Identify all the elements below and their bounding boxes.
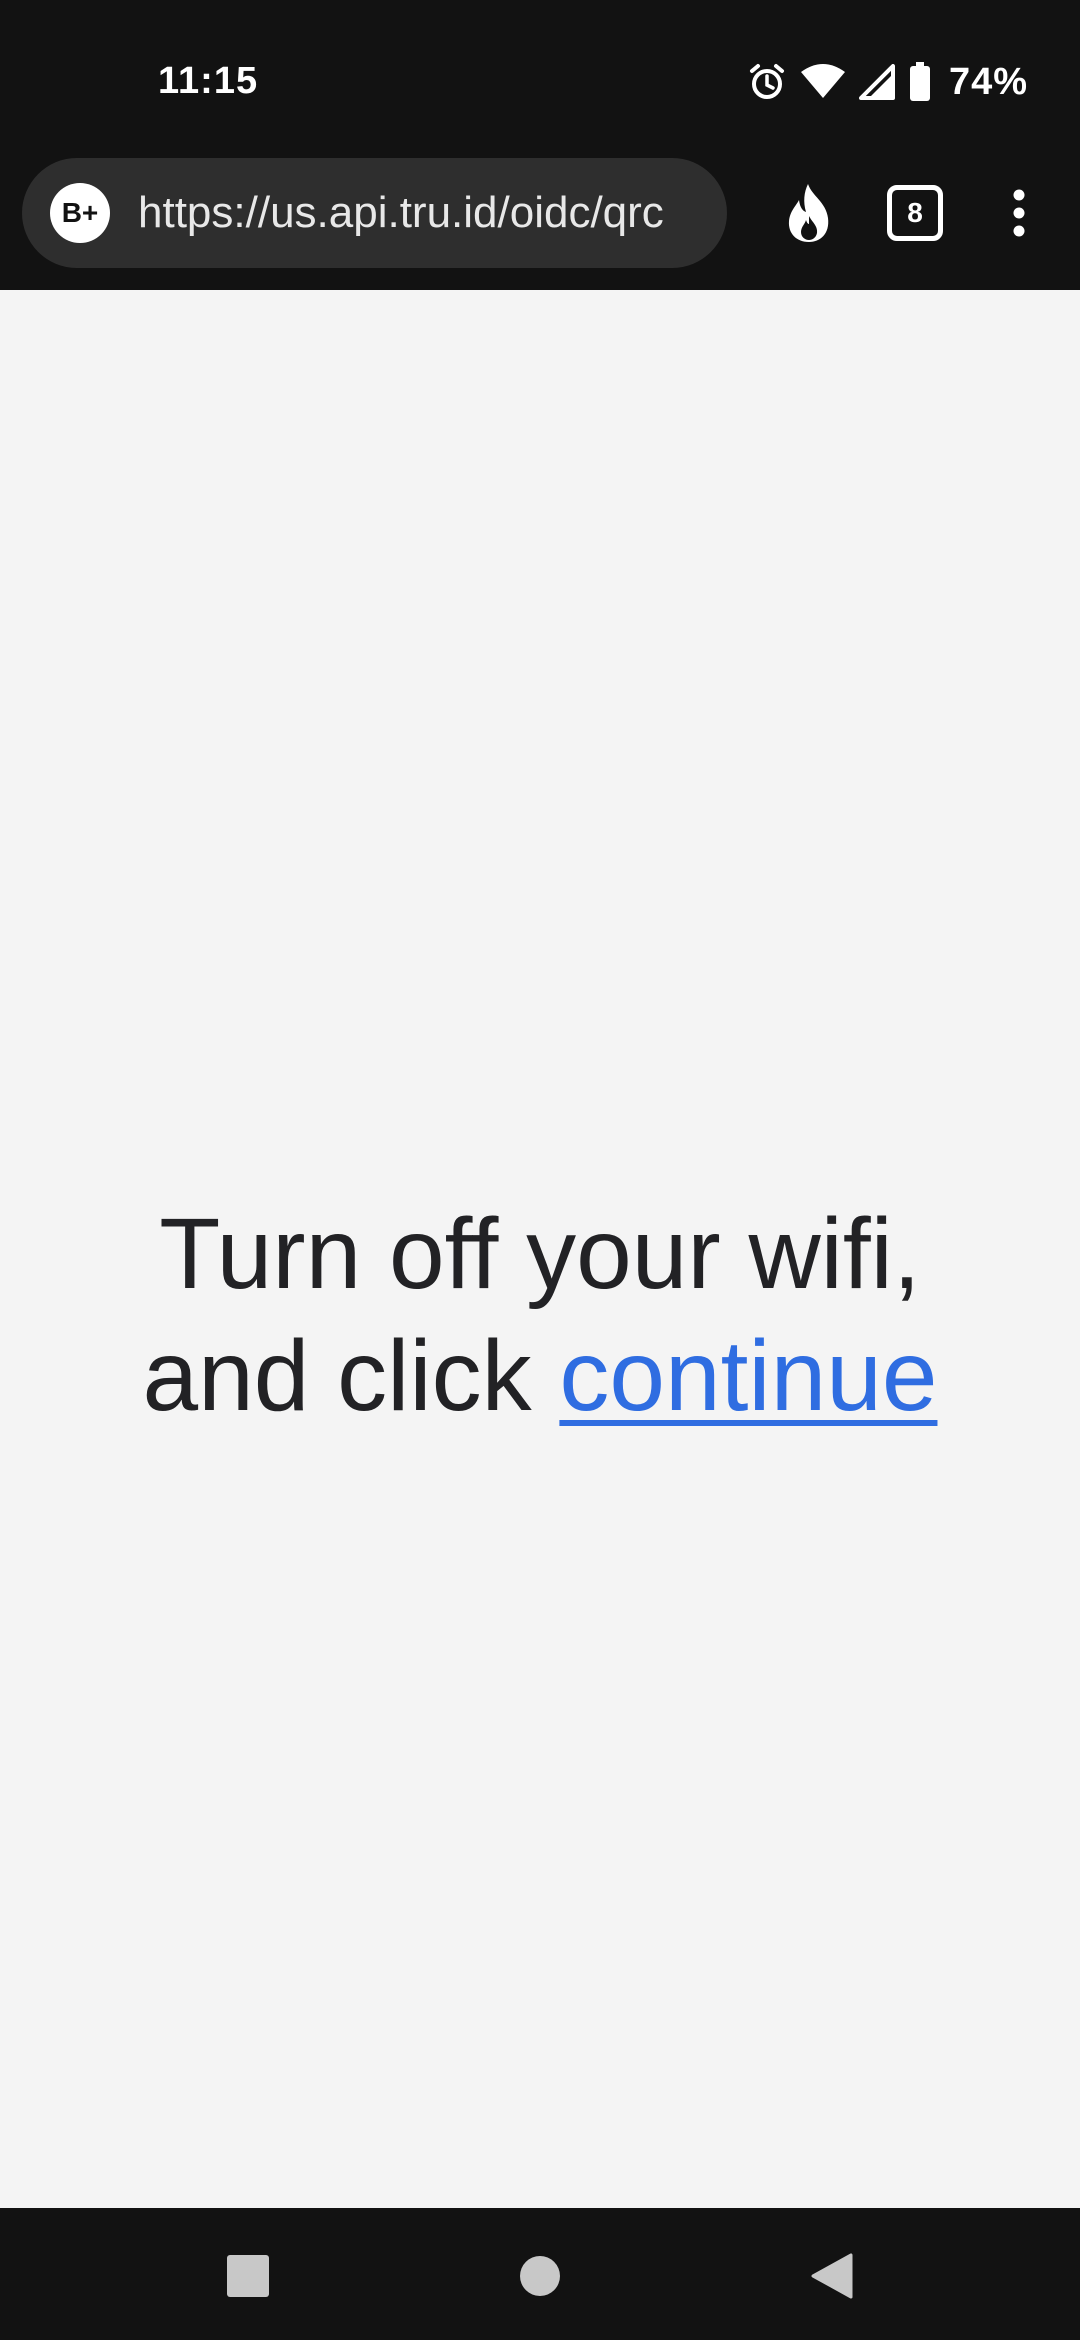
fire-icon[interactable] <box>772 176 846 250</box>
url-text[interactable]: https://us.api.tru.id/oidc/qrc <box>138 188 698 238</box>
back-icon[interactable] <box>802 2246 862 2306</box>
recents-icon[interactable] <box>218 2246 278 2306</box>
url-bar[interactable]: B+ https://us.api.tru.id/oidc/qrc <box>22 158 727 268</box>
browser-toolbar: B+ https://us.api.tru.id/oidc/qrc 8 <box>0 140 1080 290</box>
battery-icon <box>909 62 931 102</box>
status-time: 11:15 <box>158 60 259 102</box>
status-bar: 11:15 74% <box>0 0 1080 160</box>
home-icon[interactable] <box>510 2246 570 2306</box>
signal-icon <box>858 64 895 100</box>
alarm-icon <box>747 62 787 102</box>
continue-link[interactable]: continue <box>559 1320 937 1432</box>
instruction-message: Turn off your wifi, and click continue <box>0 1193 1080 1437</box>
wifi-icon <box>800 64 845 100</box>
tab-count[interactable]: 8 <box>887 185 943 241</box>
message-line-2: and click continue <box>0 1315 1080 1437</box>
tabs-icon[interactable]: 8 <box>878 176 952 250</box>
status-icons: 74% <box>747 60 1028 104</box>
page-content: Turn off your wifi, and click continue <box>0 290 1080 2208</box>
message-line-1: Turn off your wifi, <box>159 1198 921 1310</box>
system-nav-bar <box>0 2208 1080 2340</box>
message-line-2-prefix: and click <box>142 1320 532 1432</box>
battery-percent: 74% <box>948 60 1028 103</box>
site-badge-icon[interactable]: B+ <box>50 183 110 243</box>
more-menu-icon[interactable] <box>982 176 1056 250</box>
